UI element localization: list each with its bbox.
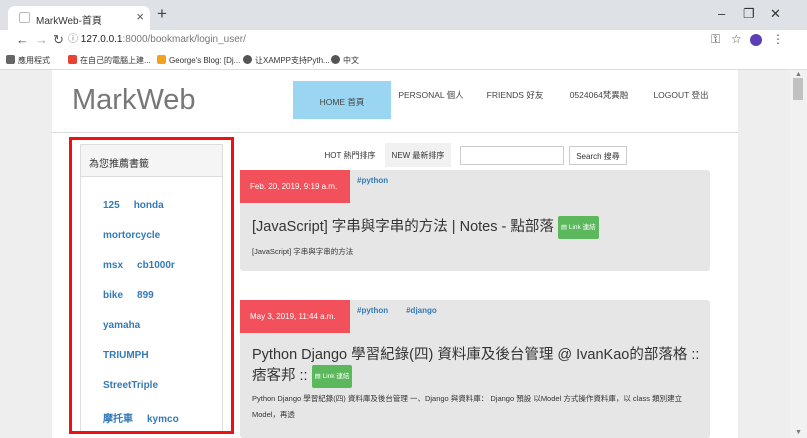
back-icon[interactable]: ← [16, 32, 29, 47]
minimize-icon[interactable]: – [718, 6, 725, 21]
card-date: Feb. 20, 2019, 9:19 a.m. [240, 170, 350, 203]
card-tags: #python #django [357, 306, 455, 315]
forward-icon[interactable]: → [35, 32, 48, 47]
card-date: May 3, 2019, 11:44 a.m. [240, 300, 350, 333]
restore-icon[interactable]: ❐ [743, 6, 755, 22]
card-description: Python Django 學習紀錄(四) 資料庫及後台管理 一、Django … [252, 394, 683, 419]
card-tag-link[interactable]: #python [357, 176, 388, 185]
highlight-annotation-box [69, 137, 234, 434]
link-badge[interactable]: ▤ Link 連結 [557, 216, 599, 239]
card-description: [JavaScript] 字串與字串的方法 [252, 247, 354, 256]
info-icon[interactable]: ⓘ [68, 34, 78, 45]
browser-tab[interactable]: MarkWeb-首頁 × [8, 6, 150, 30]
apps-grid-icon [6, 55, 15, 64]
url-field[interactable]: ⓘ 127.0.0.1:8000/bookmark/login_user/ [68, 32, 246, 48]
scroll-up-icon[interactable]: ▲ [795, 71, 802, 78]
url-host: 127.0.0.1 [80, 34, 123, 45]
search-button[interactable]: Search 搜尋 [569, 146, 627, 165]
card-tag-link[interactable]: #python [357, 306, 388, 315]
site-brand[interactable]: MarkWeb [72, 84, 196, 117]
tab-strip: MarkWeb-首頁 × + – ❐ ✕ [0, 0, 807, 30]
profile-avatar-icon[interactable] [750, 34, 762, 46]
bookmark-favicon-icon [331, 55, 340, 64]
page-scrollbar[interactable]: ▲ ▼ [790, 70, 807, 438]
bookmark-item[interactable]: 中文 [331, 55, 359, 66]
reload-icon[interactable]: ↻ [53, 32, 64, 48]
bookmark-apps[interactable]: 應用程式 [6, 55, 50, 66]
sort-hot-button[interactable]: HOT 熱門排序 [320, 143, 380, 167]
bookmark-favicon-icon [68, 55, 77, 64]
header-divider [52, 132, 738, 133]
card-tag-link[interactable]: #django [406, 306, 437, 315]
url-path: :8000/bookmark/login_user/ [122, 34, 246, 45]
page-favicon-icon [19, 12, 30, 23]
bookmark-card: Feb. 20, 2019, 9:19 a.m. #python [JavaSc… [240, 170, 710, 271]
menu-kebab-icon[interactable]: ⋮ [772, 32, 784, 46]
new-tab-icon[interactable]: + [157, 4, 167, 24]
scroll-down-icon[interactable]: ▼ [795, 429, 802, 436]
tab-title: MarkWeb-首頁 [36, 16, 102, 27]
nav-personal[interactable]: PERSONAL 個人 [393, 81, 469, 119]
nav-username[interactable]: 0524064梵異融 [558, 81, 640, 119]
star-icon[interactable]: ☆ [731, 32, 742, 46]
card-title: [JavaScript] 字串與字串的方法 | Notes - 點部落 ▤ Li… [252, 216, 702, 239]
bookmark-item[interactable]: 在自己的電腦上建... [68, 55, 151, 66]
bookmark-item[interactable]: 让XAMPP支持Pyth... [243, 55, 330, 66]
blogger-icon [157, 55, 166, 64]
bookmark-item[interactable]: George's Blog: [Dj... [157, 55, 240, 65]
link-icon: ▤ [560, 224, 568, 231]
scroll-thumb[interactable] [793, 78, 803, 100]
nav-home[interactable]: HOME 首頁 [293, 81, 391, 119]
address-bar-row: ← → ↻ ⓘ 127.0.0.1:8000/bookmark/login_us… [0, 30, 807, 50]
card-tags: #python [357, 176, 406, 185]
card-title-text[interactable]: [JavaScript] 字串與字串的方法 | Notes - 點部落 [252, 219, 554, 235]
link-icon: ▤ [314, 373, 321, 380]
close-tab-icon[interactable]: × [136, 9, 144, 24]
key-icon[interactable]: ⚿ [711, 32, 720, 47]
card-title: Python Django 學習紀錄(四) 資料庫及後台管理 @ IvanKao… [252, 346, 702, 388]
search-input[interactable] [460, 146, 564, 165]
bookmark-card: May 3, 2019, 11:44 a.m. #python #django P… [240, 300, 710, 438]
bookmark-favicon-icon [243, 55, 252, 64]
bookmarks-bar: 應用程式 在自己的電腦上建... George's Blog: [Dj... 让… [0, 50, 807, 70]
nav-logout[interactable]: LOGOUT 登出 [642, 81, 720, 119]
sort-new-button[interactable]: NEW 最新排序 [385, 143, 451, 167]
nav-friends[interactable]: FRIENDS 好友 [475, 81, 555, 119]
window-close-icon[interactable]: ✕ [770, 6, 781, 22]
link-badge[interactable]: ▤ Link 連結 [311, 365, 353, 388]
